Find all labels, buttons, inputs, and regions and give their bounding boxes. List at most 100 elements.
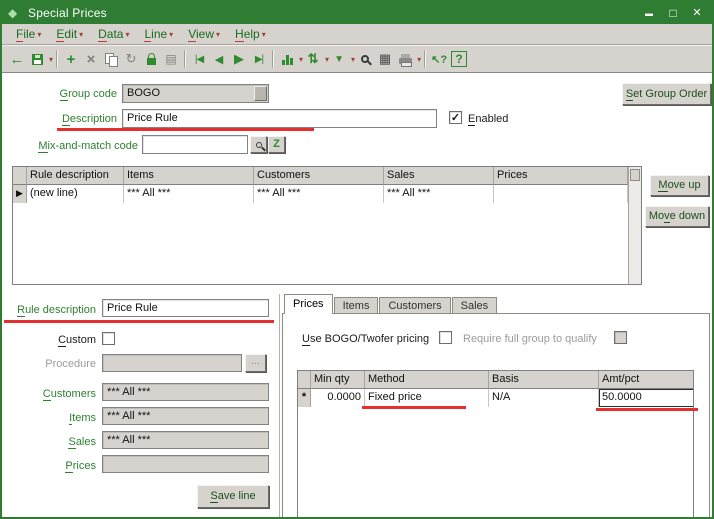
special-prices-window: Special Prices File Edit Data Line View … [0, 0, 714, 519]
chart-icon[interactable] [277, 49, 297, 69]
refresh-icon[interactable] [121, 49, 141, 69]
group-code-label: Group code [59, 88, 117, 101]
chevron-down-icon [167, 28, 173, 40]
filter-icon[interactable] [329, 49, 349, 69]
description-value: Price Rule [127, 112, 178, 124]
chart-glyph [281, 53, 293, 65]
close-icon[interactable] [688, 5, 706, 21]
calculator-icon[interactable] [375, 49, 395, 69]
app-icon [8, 6, 22, 20]
cell-rule-description[interactable]: (new line) [27, 185, 124, 203]
menu-data-label: Data [98, 27, 124, 42]
rules-grid-scrollbar[interactable] [628, 167, 641, 284]
col-prices[interactable]: Prices [494, 167, 628, 185]
group-code-field[interactable]: BOGO [122, 84, 269, 103]
copy-icon[interactable] [101, 49, 121, 69]
toolbar-separator [56, 50, 59, 68]
cell-sales[interactable]: *** All *** [384, 185, 494, 203]
mix-match-zoom-button[interactable]: Z [268, 136, 285, 153]
magnifier-glyph [361, 55, 370, 63]
save-line-button[interactable]: Save line [197, 485, 269, 508]
sort-icon[interactable] [303, 49, 323, 69]
custom-checkbox[interactable] [102, 332, 115, 345]
move-up-button[interactable]: Move up [650, 175, 709, 196]
description-field[interactable]: Price Rule [122, 109, 437, 128]
panel-divider [279, 294, 280, 517]
print-dropdown-icon[interactable] [415, 53, 421, 65]
minimize-icon[interactable] [640, 5, 658, 21]
col-method[interactable]: Method [365, 371, 489, 389]
annotation-redline-rule-description [4, 320, 274, 323]
menu-edit[interactable]: Edit [48, 25, 90, 43]
col-basis[interactable]: Basis [489, 371, 599, 389]
cell-amt-pct[interactable]: 50.0000 [599, 389, 693, 407]
annotation-redline-description [57, 128, 314, 131]
maximize-icon[interactable] [664, 5, 682, 21]
enabled-checkbox[interactable]: ✓ [449, 111, 462, 124]
procedure-browse-button[interactable]: ... [245, 354, 266, 372]
group-code-lookup-button[interactable] [254, 86, 267, 101]
col-items[interactable]: Items [124, 167, 254, 185]
save-dropdown-icon[interactable] [47, 53, 53, 65]
set-group-order-button[interactable]: Set Group Order [622, 83, 711, 105]
require-full-group-checkbox [614, 331, 627, 344]
prices-grid: Min qty Method Basis Amt/pct * 0.0000 Fi… [297, 370, 694, 517]
rules-grid-header: Rule description Items Customers Sales P… [13, 167, 641, 185]
window-title: Special Prices [28, 6, 107, 20]
col-amt-pct[interactable]: Amt/pct [599, 371, 693, 389]
use-bogo-checkbox[interactable] [439, 331, 452, 344]
help-icon[interactable] [449, 49, 469, 69]
new-record-icon[interactable] [61, 49, 81, 69]
col-sales[interactable]: Sales [384, 167, 494, 185]
previous-record-icon[interactable] [209, 49, 229, 69]
items-label: Items [69, 412, 96, 425]
col-rule-description[interactable]: Rule description [27, 167, 124, 185]
title-bar: Special Prices [2, 2, 712, 24]
row-selector-header [298, 371, 311, 389]
menu-view[interactable]: View [180, 25, 227, 43]
delete-icon[interactable] [81, 49, 101, 69]
cell-items[interactable]: *** All *** [124, 185, 254, 203]
col-min-qty[interactable]: Min qty [311, 371, 365, 389]
items-field[interactable]: *** All *** [102, 407, 269, 425]
back-icon[interactable] [7, 49, 27, 69]
cell-customers[interactable]: *** All *** [254, 185, 384, 203]
chevron-down-icon [35, 28, 41, 40]
tab-customers[interactable]: Customers [379, 297, 451, 314]
last-record-icon[interactable] [249, 49, 269, 69]
tab-prices[interactable]: Prices [284, 294, 333, 314]
customers-field[interactable]: *** All *** [102, 383, 269, 401]
menu-help[interactable]: Help [227, 25, 273, 43]
toolbar-separator [272, 50, 275, 68]
cell-basis[interactable]: N/A [489, 389, 599, 407]
chevron-down-icon [260, 28, 266, 40]
tab-sales[interactable]: Sales [451, 297, 498, 314]
menu-data[interactable]: Data [90, 25, 136, 43]
cell-method[interactable]: Fixed price [365, 389, 489, 407]
scrollbar-thumb[interactable] [630, 169, 640, 181]
menu-file[interactable]: File [8, 25, 48, 43]
mix-match-field[interactable] [142, 135, 248, 154]
cell-prices[interactable] [494, 185, 628, 203]
table-row[interactable]: ▶ (new line) *** All *** *** All *** ***… [13, 185, 641, 203]
col-customers[interactable]: Customers [254, 167, 384, 185]
rule-description-field[interactable]: Price Rule [102, 299, 269, 317]
table-row[interactable]: * 0.0000 Fixed price N/A 50.0000 [298, 389, 693, 407]
context-help-icon[interactable] [429, 49, 449, 69]
move-down-button[interactable]: Move down [645, 206, 709, 227]
custom-label: Custom [58, 334, 96, 347]
menu-line[interactable]: Line [136, 25, 180, 43]
print-icon[interactable] [395, 49, 415, 69]
lock-icon[interactable] [141, 49, 161, 69]
prices-label: Prices [65, 460, 96, 473]
first-record-icon[interactable] [189, 49, 209, 69]
search-icon[interactable] [355, 49, 375, 69]
cell-min-qty[interactable]: 0.0000 [311, 389, 365, 407]
customers-value: *** All *** [107, 386, 151, 398]
media-icon[interactable] [161, 49, 181, 69]
next-record-icon[interactable] [229, 49, 249, 69]
sales-field[interactable]: *** All *** [102, 431, 269, 449]
mix-match-lookup-button[interactable] [250, 136, 267, 153]
tab-items[interactable]: Items [333, 297, 379, 314]
save-icon[interactable] [27, 49, 47, 69]
